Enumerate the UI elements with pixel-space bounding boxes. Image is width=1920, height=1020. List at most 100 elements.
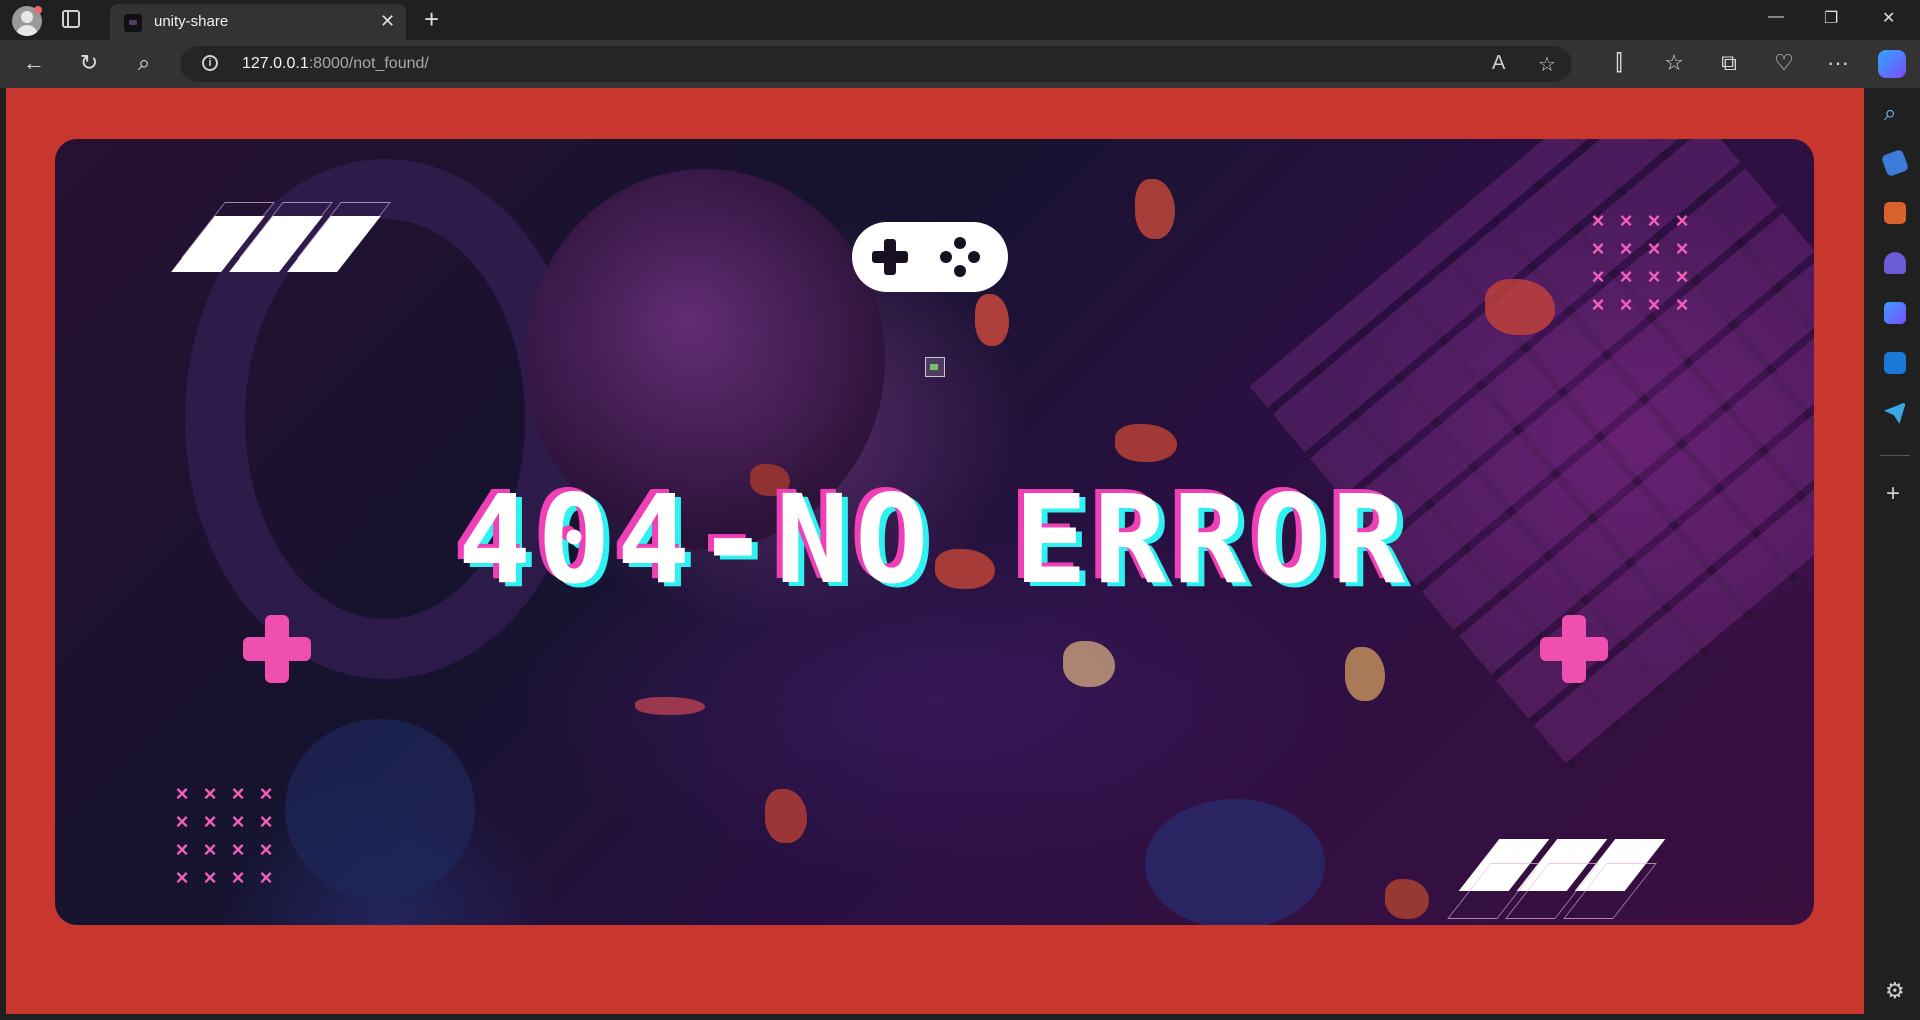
avatar-head [21, 11, 33, 23]
x-pattern-top-right: × × × × × × × × × × × × × × × × [1584, 207, 1696, 319]
x-mark: × [1619, 208, 1633, 233]
x-mark: × [1647, 292, 1661, 317]
page-background: × × × × × × × × × × × × × × × × × × × × × × × × × × × × × × × × [6, 88, 1864, 1014]
close-window-button[interactable]: ✕ [1882, 8, 1895, 28]
new-tab-button[interactable]: + [424, 4, 439, 35]
games-icon[interactable] [1884, 252, 1906, 274]
tab-strip: unity-share ✕ + — ❐ ✕ [0, 0, 1920, 40]
x-mark: × [1591, 292, 1605, 317]
candy-decoration [975, 294, 1009, 346]
microsoft-365-icon[interactable] [1884, 302, 1906, 324]
x-mark: × [203, 781, 217, 806]
x-mark: × [1619, 236, 1633, 261]
x-mark: × [259, 837, 273, 862]
copilot-icon[interactable] [1878, 50, 1906, 78]
favorite-star-icon[interactable]: ☆ [1538, 52, 1556, 77]
x-pattern-bottom-left: × × × × × × × × × × × × × × × × [168, 780, 280, 892]
gamepad-decoration [285, 719, 475, 899]
x-mark: × [1647, 264, 1661, 289]
tab-unity-share[interactable]: unity-share ✕ [110, 4, 406, 40]
url-path: :8000/not_found/ [308, 55, 429, 72]
tab-actions-icon[interactable] [62, 10, 80, 28]
game-controller-icon [852, 222, 1008, 292]
toolbox-icon[interactable] [1884, 202, 1906, 224]
controller-button [968, 251, 980, 263]
favorites-icon[interactable]: ☆ [1660, 50, 1688, 76]
browser-essentials-icon[interactable]: ♡ [1770, 50, 1798, 76]
url-host: 127.0.0.1 [242, 55, 309, 72]
candy-decoration [1135, 179, 1175, 239]
candy-decoration [635, 697, 705, 715]
x-mark: × [175, 865, 189, 890]
search-icon[interactable]: ⌕ [130, 50, 158, 76]
x-mark: × [175, 809, 189, 834]
minimize-button[interactable]: — [1768, 8, 1784, 26]
restore-button[interactable]: ❐ [1824, 8, 1838, 28]
browser-toolbar: ← ↻ ⌕ i 127.0.0.1:8000/not_found/ A ☆ ⫿ … [0, 40, 1920, 88]
x-mark: × [1675, 236, 1689, 261]
x-mark: × [1619, 292, 1633, 317]
reload-button[interactable]: ↻ [75, 50, 103, 76]
x-mark: × [1647, 208, 1661, 233]
x-mark: × [259, 781, 273, 806]
candy-decoration [1115, 424, 1177, 462]
x-mark: × [1619, 264, 1633, 289]
x-mark: × [231, 837, 245, 862]
broken-image-icon [925, 357, 945, 377]
stripes-decoration-bottom-right [1447, 839, 1689, 919]
x-mark: × [1675, 208, 1689, 233]
candy-decoration [1345, 647, 1385, 701]
controller-button [954, 237, 966, 249]
edge-sidebar: ⌕ + ⚙ [1870, 88, 1920, 1020]
x-mark: × [259, 809, 273, 834]
x-mark: × [259, 865, 273, 890]
x-mark: × [1647, 236, 1661, 261]
x-mark: × [1675, 292, 1689, 317]
back-button[interactable]: ← [20, 50, 48, 76]
url-text[interactable]: 127.0.0.1:8000/not_found/ [242, 55, 429, 73]
x-mark: × [231, 781, 245, 806]
x-mark: × [175, 837, 189, 862]
x-mark: × [1675, 264, 1689, 289]
x-mark: × [203, 837, 217, 862]
x-mark: × [231, 809, 245, 834]
tab-title: unity-share [154, 13, 229, 30]
candy-decoration [765, 789, 807, 843]
x-mark: × [1591, 264, 1605, 289]
outlook-icon[interactable] [1884, 352, 1906, 374]
x-mark: × [175, 781, 189, 806]
search-icon[interactable]: ⌕ [1884, 100, 1896, 126]
controller-button [940, 251, 952, 263]
send-icon[interactable] [1884, 402, 1906, 424]
keyboard-decoration [1249, 139, 1814, 770]
hero-banner: × × × × × × × × × × × × × × × × × × × × × × × × × × × × × × × × [55, 139, 1814, 925]
x-mark: × [203, 809, 217, 834]
sidebar-divider [1880, 455, 1910, 456]
candy-decoration [1385, 879, 1429, 919]
avatar-body [16, 25, 38, 36]
more-options-icon[interactable]: ··· [1824, 50, 1852, 76]
dpad-icon-right [1540, 615, 1608, 683]
x-mark: × [203, 865, 217, 890]
site-favicon-icon [124, 14, 142, 32]
settings-icon[interactable]: ⚙ [1885, 978, 1905, 1004]
add-icon[interactable]: + [1886, 480, 1900, 508]
controller-button [954, 265, 966, 277]
controller-dpad [884, 239, 896, 275]
profile-notification-dot [34, 6, 42, 14]
read-aloud-icon[interactable]: A [1492, 52, 1505, 75]
gamepad-stick-decoration [1145, 799, 1325, 925]
candy-decoration [1063, 641, 1115, 687]
x-mark: × [231, 865, 245, 890]
error-headline: 404-NO ERROR [457, 469, 1412, 611]
stripes-decoration-top-left [171, 202, 403, 276]
collections-icon[interactable]: ⧉ [1715, 50, 1743, 76]
x-mark: × [1591, 236, 1605, 261]
shopping-tag-icon[interactable] [1880, 148, 1910, 178]
dpad-icon-left [243, 615, 311, 683]
site-info-icon[interactable]: i [202, 55, 218, 71]
address-bar[interactable]: i 127.0.0.1:8000/not_found/ A ☆ [180, 46, 1572, 82]
x-mark: × [1591, 208, 1605, 233]
split-screen-icon[interactable]: ⫿ [1605, 50, 1633, 76]
tab-close-icon[interactable]: ✕ [380, 11, 395, 32]
